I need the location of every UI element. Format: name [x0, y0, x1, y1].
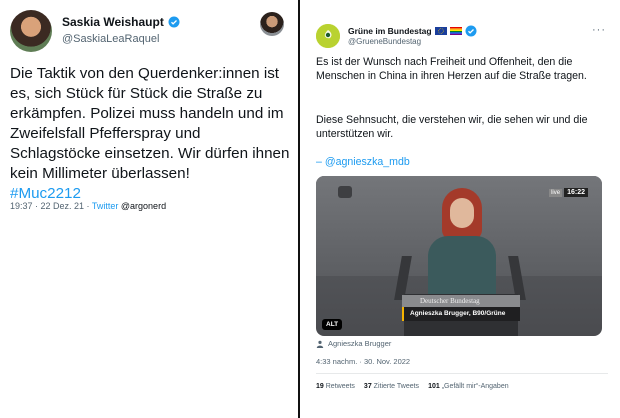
author-name[interactable]: Grüne im Bundestag	[348, 25, 477, 37]
author-name-text[interactable]: Saskia Weishaupt	[62, 15, 164, 29]
eu-flag-icon	[434, 27, 447, 35]
retweets-count: 19	[316, 383, 324, 390]
clock-time: 16:22	[564, 188, 588, 197]
retweets-label: Retweets	[323, 383, 355, 390]
verified-badge-icon	[465, 25, 477, 37]
media-credit-name[interactable]: Agnieszka Brugger	[328, 339, 391, 348]
likes-label: „Gefällt mir“-Angaben	[439, 383, 509, 390]
broadcast-clock: live 16:22	[549, 188, 588, 197]
mention-link[interactable]: – @agnieszka_mdb	[316, 156, 410, 168]
quotes-stat[interactable]: 37 Zitierte Tweets	[364, 383, 419, 390]
retweets-stat[interactable]: 19 Retweets	[316, 383, 355, 390]
tweet-stats: 19 Retweets 37 Zitierte Tweets 101 „Gefä…	[316, 383, 509, 390]
tweet-timestamp[interactable]: 4:33 nachm. · 30. Nov. 2022	[316, 357, 410, 366]
tweet-time[interactable]: 19:37 · 22 Dez. 21 ·	[10, 201, 92, 211]
live-tag: live	[549, 188, 563, 197]
avatar[interactable]	[10, 10, 52, 52]
tweet-text-paragraph-1: Es ist der Wunsch nach Freiheit und Offe…	[316, 56, 587, 82]
author-name[interactable]: Saskia Weishaupt	[62, 15, 180, 29]
lower-third-org: Deutscher Bundestag	[402, 295, 520, 307]
alt-text-badge[interactable]: ALT	[322, 319, 343, 330]
tweet-saskia: Saskia Weishaupt @SaskiaLeaRaquel Die Ta…	[0, 0, 298, 418]
sunflower-logo-icon	[316, 24, 340, 48]
more-options-icon[interactable]: ···	[592, 24, 606, 36]
avatar[interactable]	[316, 24, 340, 48]
tweet-gruene: Grüne im Bundestag @GrueneBundestag ··· …	[300, 0, 620, 418]
tweet-text-paragraph-2: Diese Sehnsucht, die verstehen wir, die …	[316, 114, 588, 140]
author-handle[interactable]: @SaskiaLeaRaquel	[62, 33, 159, 45]
viewer-avatar[interactable]	[260, 12, 284, 36]
quotes-label: Zitierte Tweets	[371, 383, 420, 390]
tweet-text: Die Taktik von den Querdenker:innen ist …	[10, 64, 294, 204]
watermark-user: @argonerd	[118, 201, 167, 211]
likes-stat[interactable]: 101 „Gefällt mir“-Angaben	[428, 383, 509, 390]
tweet-meta: 19:37 · 22 Dez. 21 · Twitter @argonerd	[10, 201, 166, 211]
verified-badge-icon	[168, 16, 180, 28]
tweet-body: Die Taktik von den Querdenker:innen ist …	[10, 65, 290, 182]
tweet-source[interactable]: Twitter	[92, 201, 119, 211]
lower-third: Deutscher Bundestag Agnieszka Brugger, B…	[402, 295, 520, 321]
speaker-figure	[428, 188, 496, 298]
lower-third-speaker: Agnieszka Brugger, B90/Grüne	[402, 307, 520, 321]
stats-separator	[316, 373, 608, 374]
likes-count: 101	[428, 383, 440, 390]
quotes-count: 37	[363, 383, 372, 390]
eagle-emblem-icon	[338, 186, 352, 198]
media-credit[interactable]: Agnieszka Brugger	[316, 339, 391, 348]
author-handle[interactable]: @GrueneBundestag	[348, 37, 421, 46]
person-icon	[316, 340, 324, 348]
author-name-text[interactable]: Grüne im Bundestag	[348, 26, 432, 36]
rainbow-flag-icon	[449, 27, 462, 35]
video-player[interactable]: live 16:22 Deutscher Bundestag Agnieszka…	[316, 176, 602, 336]
